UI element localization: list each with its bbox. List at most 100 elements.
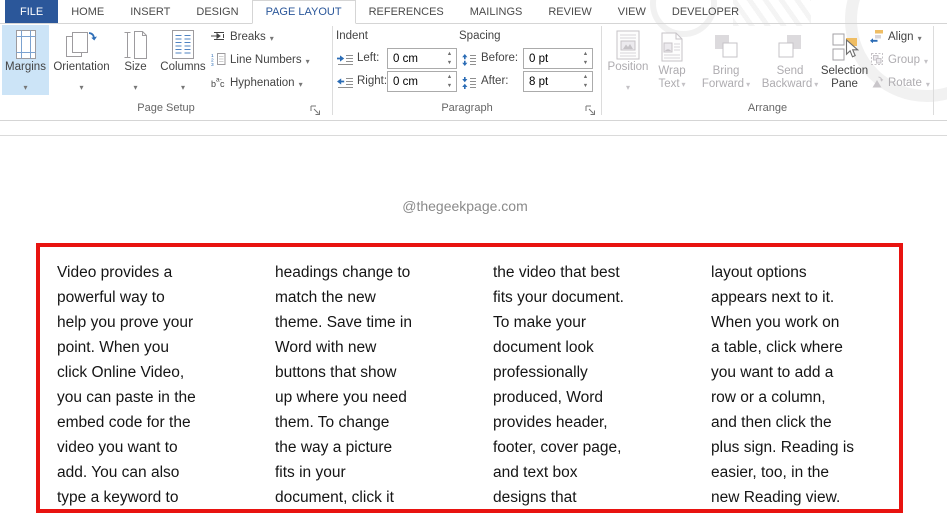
chevron-down-icon bbox=[79, 77, 83, 95]
group-button: Group bbox=[870, 52, 928, 69]
step-up-icon[interactable] bbox=[443, 72, 456, 82]
indent-right-input[interactable] bbox=[388, 72, 445, 91]
orientation-label: Orientation bbox=[53, 61, 109, 74]
spacing-after-input[interactable] bbox=[524, 72, 581, 91]
group-label: Group bbox=[888, 54, 920, 67]
step-up-icon[interactable] bbox=[443, 49, 456, 59]
tab-mailings[interactable]: MAILINGS bbox=[457, 0, 536, 23]
tab-view[interactable]: VIEW bbox=[605, 0, 659, 23]
breaks-icon bbox=[211, 29, 226, 46]
margins-button[interactable]: Margins bbox=[2, 25, 49, 95]
tab-insert[interactable]: INSERT bbox=[117, 0, 183, 23]
spacing-after-stepper bbox=[579, 72, 592, 91]
hyphenation-button[interactable]: bca- Hyphenation bbox=[211, 75, 303, 92]
spacing-before-stepper bbox=[579, 49, 592, 68]
send-backward-button: Send Backward bbox=[759, 25, 821, 95]
columns-button[interactable]: Columns bbox=[159, 25, 207, 95]
group-page-setup: Margins Orientation Size bbox=[0, 23, 332, 120]
arrange-group-label: Arrange bbox=[602, 102, 933, 114]
hyphenation-label: Hyphenation bbox=[230, 77, 295, 90]
indent-right-stepper bbox=[443, 72, 456, 91]
svg-text:a-: a- bbox=[216, 77, 222, 84]
chevron-down-icon bbox=[814, 78, 818, 91]
line-numbers-icon: 123 bbox=[211, 52, 226, 69]
orientation-button[interactable]: Orientation bbox=[51, 25, 112, 95]
step-down-icon[interactable] bbox=[579, 82, 592, 92]
spacing-after-field bbox=[523, 71, 593, 92]
tab-page-layout[interactable]: PAGE LAYOUT bbox=[252, 0, 356, 24]
send-backward-label: Send bbox=[777, 65, 804, 78]
chevron-down-icon bbox=[918, 32, 922, 44]
mouse-cursor bbox=[845, 39, 859, 64]
size-icon bbox=[123, 28, 149, 61]
tab-review[interactable]: REVIEW bbox=[535, 0, 604, 23]
paragraph-group-label: Paragraph bbox=[333, 102, 601, 114]
chevron-down-icon bbox=[626, 77, 630, 95]
chevron-down-icon bbox=[133, 77, 137, 95]
ribbon: Margins Orientation Size bbox=[0, 23, 947, 121]
indent-left-field bbox=[387, 48, 457, 69]
chevron-down-icon bbox=[746, 78, 750, 91]
chevron-down-icon bbox=[306, 55, 310, 67]
page-setup-dialog-launcher[interactable] bbox=[310, 103, 322, 115]
selection-pane-label: Selection bbox=[821, 65, 868, 78]
spacing-before-icon bbox=[462, 53, 477, 71]
line-numbers-button[interactable]: 123 Line Numbers bbox=[211, 52, 310, 69]
size-button[interactable]: Size bbox=[114, 25, 157, 95]
indent-heading: Indent bbox=[336, 30, 368, 42]
tab-developer[interactable]: DEVELOPER bbox=[659, 0, 752, 23]
ribbon-tab-bar: FILE HOME INSERT DESIGN PAGE LAYOUT REFE… bbox=[0, 0, 947, 24]
indent-right-icon bbox=[337, 76, 354, 94]
indent-left-label: Left: bbox=[357, 52, 379, 64]
tab-design[interactable]: DESIGN bbox=[183, 0, 251, 23]
bring-forward-label2: Forward bbox=[702, 78, 744, 91]
chevron-down-icon bbox=[682, 78, 686, 91]
indent-right-label: Right: bbox=[357, 75, 387, 87]
chevron-down-icon bbox=[181, 77, 185, 95]
indent-left-input[interactable] bbox=[388, 49, 445, 68]
indent-left-stepper bbox=[443, 49, 456, 68]
indent-right-field bbox=[387, 71, 457, 92]
step-down-icon[interactable] bbox=[443, 59, 456, 69]
position-icon bbox=[616, 28, 640, 61]
breaks-button[interactable]: Breaks bbox=[211, 29, 274, 46]
step-down-icon[interactable] bbox=[579, 59, 592, 69]
columns-icon bbox=[169, 28, 197, 61]
chevron-down-icon bbox=[23, 77, 27, 95]
chevron-down-icon bbox=[924, 55, 928, 67]
spacing-heading: Spacing bbox=[459, 30, 501, 42]
group-icon bbox=[870, 52, 884, 69]
indent-left-icon bbox=[337, 53, 354, 71]
size-label: Size bbox=[124, 61, 146, 74]
align-label: Align bbox=[888, 31, 914, 44]
send-backward-label2: Backward bbox=[762, 78, 813, 91]
highlight-rectangle bbox=[36, 243, 903, 513]
chevron-down-icon bbox=[299, 78, 303, 90]
step-down-icon[interactable] bbox=[443, 82, 456, 92]
paragraph-dialog-launcher[interactable] bbox=[585, 103, 597, 115]
bring-forward-label: Bring bbox=[713, 65, 740, 78]
chevron-down-icon bbox=[270, 32, 274, 44]
align-button[interactable]: Align bbox=[870, 29, 922, 46]
breaks-label: Breaks bbox=[230, 31, 266, 44]
page-setup-group-label: Page Setup bbox=[0, 102, 332, 114]
columns-label: Columns bbox=[160, 61, 205, 74]
tab-file[interactable]: FILE bbox=[5, 0, 58, 23]
chevron-down-icon bbox=[926, 78, 930, 90]
wrap-text-button: Wrap Text bbox=[651, 25, 693, 95]
align-icon bbox=[870, 29, 884, 46]
tab-home[interactable]: HOME bbox=[58, 0, 117, 23]
position-label: Position bbox=[608, 61, 649, 74]
step-up-icon[interactable] bbox=[579, 49, 592, 59]
line-numbers-label: Line Numbers bbox=[230, 54, 302, 67]
word-window: FILE HOME INSERT DESIGN PAGE LAYOUT REFE… bbox=[0, 0, 947, 517]
spacing-before-input[interactable] bbox=[524, 49, 581, 68]
selection-pane-label2: Pane bbox=[831, 78, 858, 91]
bring-forward-icon bbox=[713, 28, 739, 65]
orientation-icon bbox=[64, 28, 100, 61]
rotate-label: Rotate bbox=[888, 77, 922, 90]
tab-references[interactable]: REFERENCES bbox=[356, 0, 457, 23]
group-separator bbox=[933, 26, 934, 115]
step-up-icon[interactable] bbox=[579, 72, 592, 82]
margins-icon bbox=[12, 28, 40, 61]
